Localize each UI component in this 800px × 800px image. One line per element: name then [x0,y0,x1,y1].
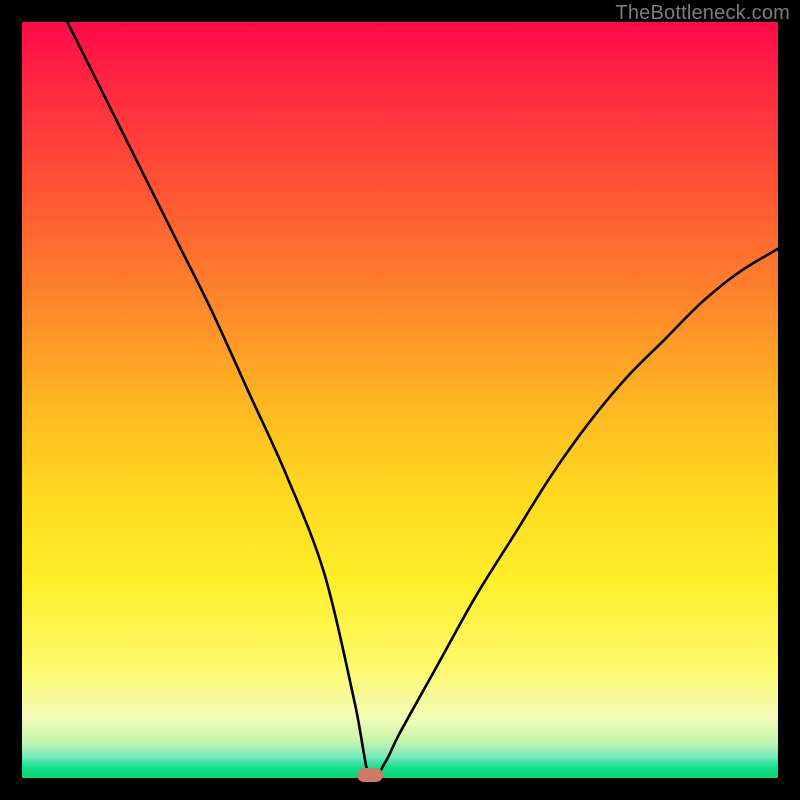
chart-frame: TheBottleneck.com [0,0,800,800]
optimum-marker [357,768,383,782]
curve-path [67,22,778,781]
bottleneck-curve [22,22,778,778]
plot-area [22,22,778,778]
watermark-text: TheBottleneck.com [615,2,790,25]
